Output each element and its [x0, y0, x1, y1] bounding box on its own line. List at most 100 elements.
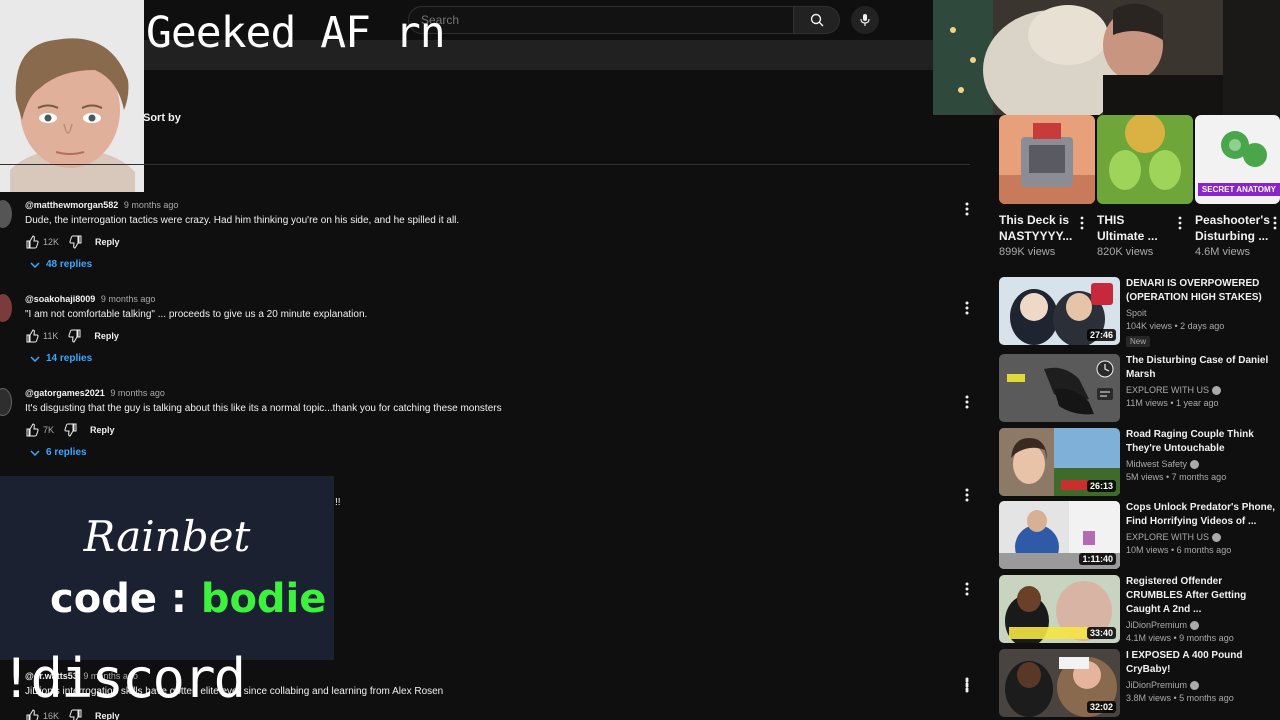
short-title[interactable]: THIS Ultimate ...: [1097, 212, 1173, 244]
video-duration: 1:11:40: [1079, 553, 1116, 565]
more-options-icon[interactable]: [1175, 215, 1185, 231]
video-item[interactable]: 33:40 Registered Offender CRUMBLES After…: [999, 575, 1280, 643]
chevron-down-icon: [30, 261, 40, 268]
stream-title-overlay: Geeked AF rn: [146, 8, 446, 58]
video-title[interactable]: Road Raging Couple Think They're Untouch…: [1126, 428, 1278, 456]
short-thumbnail[interactable]: SECRET ANATOMY: [1195, 115, 1280, 204]
short-thumbnail-graphic: [999, 115, 1095, 204]
like-count: 11K: [43, 331, 59, 341]
video-thumbnail[interactable]: 33:40: [999, 575, 1120, 643]
view-replies-button[interactable]: 6 replies: [30, 447, 87, 458]
verified-icon: [1190, 680, 1200, 690]
search-input[interactable]: [409, 7, 793, 33]
video-meta: 11M views • 1 year ago: [1126, 398, 1219, 408]
short-item[interactable]: This Deck is NASTYYYY... 899K views: [999, 115, 1095, 258]
more-options-icon[interactable]: [1270, 215, 1280, 231]
reply-button[interactable]: Reply: [94, 331, 119, 341]
comment-time[interactable]: 9 months ago: [101, 294, 156, 304]
verified-icon: [1212, 385, 1222, 395]
comment-author[interactable]: @gatorgames2021: [25, 388, 105, 398]
more-options-icon[interactable]: [962, 200, 972, 218]
short-item[interactable]: THIS Ultimate ... 820K views: [1080, 115, 1193, 258]
sort-by-button[interactable]: Sort by: [143, 112, 181, 124]
more-options-icon[interactable]: [962, 299, 972, 317]
thumbs-down-icon[interactable]: [64, 423, 78, 437]
avatar[interactable]: [0, 294, 12, 322]
reply-button[interactable]: Reply: [95, 237, 120, 247]
channel-name[interactable]: Spoit: [1126, 308, 1278, 318]
avatar[interactable]: [0, 388, 12, 416]
like-count: 7K: [43, 425, 55, 435]
thumbs-up-icon[interactable]: [25, 329, 39, 343]
microphone-icon: [860, 14, 870, 26]
search-box[interactable]: [408, 6, 794, 34]
rainbet-logo: Rainbet: [83, 512, 251, 561]
thumbs-down-icon[interactable]: [69, 709, 83, 720]
channel-name[interactable]: JiDionPremium: [1126, 620, 1278, 630]
reply-button[interactable]: Reply: [90, 425, 115, 435]
search-button[interactable]: [794, 6, 840, 34]
thumbs-up-icon[interactable]: [25, 709, 39, 720]
sponsor-overlay: Rainbet code : bodie: [0, 476, 334, 660]
thumbs-up-icon[interactable]: [25, 423, 39, 437]
like-count: 12K: [43, 237, 60, 247]
video-item[interactable]: 26:13 Road Raging Couple Think They're U…: [999, 428, 1280, 496]
discord-overlay-text: !discord: [0, 647, 246, 710]
comment-time[interactable]: 9 months ago: [124, 200, 179, 210]
replies-count: 6 replies: [46, 447, 87, 458]
comment-text: It's disgusting that the guy is talking …: [25, 403, 502, 414]
video-title[interactable]: Cops Unlock Predator's Phone, Find Horri…: [1126, 501, 1278, 529]
more-options-icon[interactable]: [962, 486, 972, 504]
comment-author[interactable]: @matthewmorgan582: [25, 200, 118, 210]
channel-name[interactable]: EXPLORE WITH US: [1126, 532, 1278, 542]
short-title[interactable]: This Deck is NASTYYYY...: [999, 212, 1075, 244]
more-options-icon[interactable]: [1077, 215, 1087, 231]
video-item[interactable]: 27:46 DENARI IS OVERPOWERED (OPERATION H…: [999, 277, 1280, 347]
reply-button[interactable]: Reply: [95, 711, 120, 720]
more-options-icon[interactable]: [962, 580, 972, 598]
video-duration: 26:13: [1086, 480, 1116, 492]
video-thumbnail[interactable]: 32:02: [999, 649, 1120, 717]
short-item[interactable]: SECRET ANATOMY Peashooter's Disturbing .…: [1178, 115, 1280, 258]
channel-name[interactable]: Midwest Safety: [1126, 459, 1278, 469]
comment-time[interactable]: 9 months ago: [110, 388, 165, 398]
video-title[interactable]: DENARI IS OVERPOWERED (OPERATION HIGH ST…: [1126, 277, 1278, 305]
clip-video-graphic: [933, 0, 1280, 115]
video-thumbnail[interactable]: 1:11:40: [999, 501, 1120, 569]
comments-divider: [0, 164, 970, 165]
search-icon: [810, 13, 823, 27]
like-count: 16K: [43, 711, 60, 720]
short-thumbnail[interactable]: [999, 115, 1095, 204]
view-replies-button[interactable]: 48 replies: [30, 259, 92, 270]
short-views: 4.6M views: [1195, 246, 1251, 258]
verified-icon: [1190, 620, 1200, 630]
video-item[interactable]: The Disturbing Case of Daniel Marsh EXPL…: [999, 354, 1280, 422]
replies-count: 14 replies: [46, 353, 93, 364]
more-options-icon[interactable]: [962, 393, 972, 411]
video-item[interactable]: 1:11:40 Cops Unlock Predator's Phone, Fi…: [999, 501, 1280, 569]
more-options-icon[interactable]: [962, 675, 972, 693]
video-title[interactable]: The Disturbing Case of Daniel Marsh: [1126, 354, 1278, 382]
video-title[interactable]: Registered Offender CRUMBLES After Getti…: [1126, 575, 1278, 617]
thumbs-down-icon[interactable]: [69, 235, 83, 249]
voice-search-button[interactable]: [851, 6, 879, 34]
thumbs-down-icon[interactable]: [68, 329, 82, 343]
video-item[interactable]: 32:02 I EXPOSED A 400 Pound CryBaby! JiD…: [999, 649, 1280, 717]
comment-author[interactable]: @soakohaji8009: [25, 294, 95, 304]
channel-name[interactable]: EXPLORE WITH US: [1126, 385, 1278, 395]
view-replies-button[interactable]: 14 replies: [30, 353, 92, 364]
short-thumbnail[interactable]: [1097, 115, 1193, 204]
video-duration: 27:46: [1086, 329, 1116, 341]
video-thumbnail-graphic: [999, 354, 1120, 422]
avatar[interactable]: [0, 200, 12, 228]
short-views: 899K views: [999, 246, 1056, 258]
video-title[interactable]: I EXPOSED A 400 Pound CryBaby!: [1126, 649, 1278, 677]
thumbs-up-icon[interactable]: [25, 235, 39, 249]
video-thumbnail[interactable]: 27:46: [999, 277, 1120, 345]
partial-comment-text: !!: [335, 497, 341, 508]
video-thumbnail[interactable]: [999, 354, 1120, 422]
channel-name[interactable]: JiDionPremium: [1126, 680, 1278, 690]
video-duration: 32:02: [1086, 701, 1116, 713]
short-title[interactable]: Peashooter's Disturbing ...: [1195, 212, 1275, 244]
video-thumbnail[interactable]: 26:13: [999, 428, 1120, 496]
